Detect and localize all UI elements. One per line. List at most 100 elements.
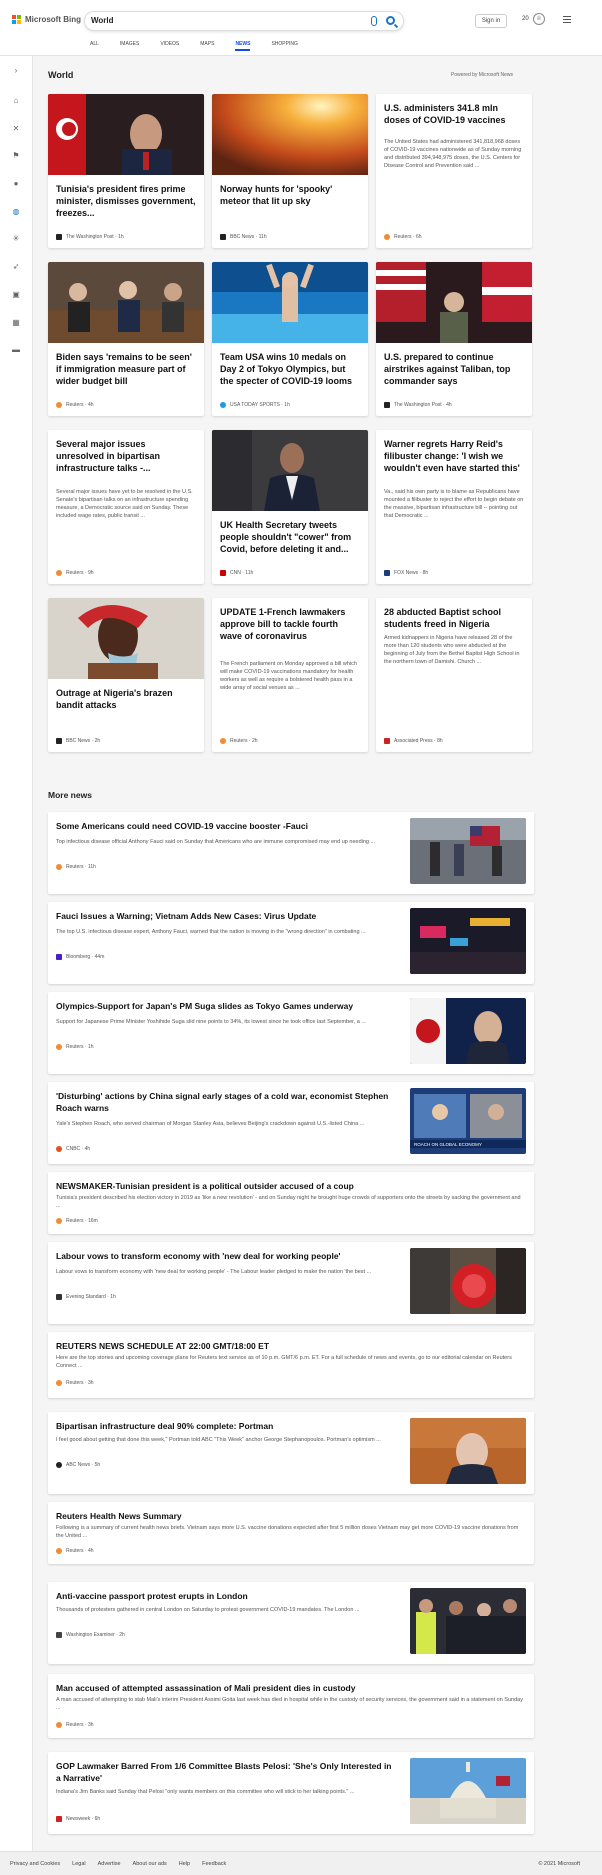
news-card[interactable]: Biden says 'remains to be seen' if immig… (48, 262, 204, 416)
pin-icon[interactable]: ● (11, 179, 21, 189)
news-row[interactable]: Reuters Health News Summary Following is… (48, 1502, 534, 1564)
scope-tabs: ALL IMAGES VIDEOS MAPS NEWS SHOPPING (90, 41, 319, 51)
row-snippet: I feel good about getting that done this… (56, 1437, 381, 1443)
row-snippet: Here are the top stories and upcoming co… (56, 1355, 512, 1369)
chevron-right-icon[interactable]: › (11, 66, 21, 76)
bing-logo[interactable]: Microsoft Bing (12, 15, 81, 24)
rewards-count[interactable]: 20 (522, 16, 529, 22)
row-source: ABC News · 5h (56, 1462, 100, 1468)
news-row[interactable]: NEWSMAKER-Tunisian president is a politi… (48, 1172, 534, 1234)
card-title[interactable]: Tunisia's president fires prime minister… (56, 183, 196, 219)
footer-link-about-ads[interactable]: About our ads (133, 1861, 167, 1867)
film-icon[interactable]: ▣ (11, 290, 21, 300)
news-row[interactable]: Some Americans could need COVID-19 vacci… (48, 812, 534, 894)
news-row[interactable]: Anti-vaccine passport protest erupts in … (48, 1582, 534, 1664)
news-card[interactable]: Tunisia's president fires prime minister… (48, 94, 204, 248)
card-source: Associated Press · 8h (384, 738, 443, 744)
powered-by[interactable]: Powered by Microsoft News (451, 72, 513, 78)
footer-link-advertise[interactable]: Advertise (98, 1861, 121, 1867)
row-title[interactable]: 'Disturbing' actions by China signal ear… (56, 1090, 396, 1114)
footer-link-privacy[interactable]: Privacy and Cookies (10, 1861, 60, 1867)
row-title[interactable]: Fauci Issues a Warning; Vietnam Adds New… (56, 910, 396, 922)
news-card[interactable]: 28 abducted Baptist school students free… (376, 598, 532, 752)
news-image (212, 94, 368, 175)
card-title[interactable]: 28 abducted Baptist school students free… (384, 606, 524, 630)
news-image (48, 598, 204, 679)
mic-icon[interactable] (371, 16, 377, 26)
row-title[interactable]: Reuters Health News Summary (56, 1510, 526, 1522)
news-card[interactable]: UK Health Secretary tweets people should… (212, 430, 368, 584)
row-title[interactable]: REUTERS NEWS SCHEDULE AT 22:00 GMT/18:00… (56, 1340, 526, 1352)
news-row[interactable]: GOP Lawmaker Barred From 1/6 Committee B… (48, 1752, 534, 1834)
card-title[interactable]: Outrage at Nigeria's brazen bandit attac… (56, 687, 196, 711)
money-icon[interactable]: ▬ (11, 345, 21, 355)
tab-all[interactable]: ALL (90, 41, 99, 47)
news-card[interactable]: UPDATE 1-French lawmakers approve bill t… (212, 598, 368, 752)
row-title[interactable]: Anti-vaccine passport protest erupts in … (56, 1590, 396, 1602)
row-snippet: A man accused of attempting to stab Mali… (56, 1697, 523, 1711)
menu-icon[interactable] (563, 16, 571, 25)
sparkle-icon[interactable]: ✳ (11, 234, 21, 244)
news-row[interactable]: 'Disturbing' actions by China signal ear… (48, 1082, 534, 1164)
news-card[interactable]: Several major issues unresolved in bipar… (48, 430, 204, 584)
tab-news[interactable]: NEWS (235, 41, 251, 51)
card-title[interactable]: Team USA wins 10 medals on Day 2 of Toky… (220, 351, 360, 387)
row-title[interactable]: GOP Lawmaker Barred From 1/6 Committee B… (56, 1760, 396, 1784)
card-source: The Washington Post · 1h (56, 234, 124, 240)
tab-maps[interactable]: MAPS (200, 41, 214, 47)
news-row[interactable]: Bipartisan infrastructure deal 90% compl… (48, 1412, 534, 1494)
footer-link-legal[interactable]: Legal (72, 1861, 85, 1867)
news-row[interactable]: Fauci Issues a Warning; Vietnam Adds New… (48, 902, 534, 984)
row-title[interactable]: NEWSMAKER-Tunisian president is a politi… (56, 1180, 526, 1192)
sign-in-button[interactable]: Sign in (475, 14, 507, 28)
card-title[interactable]: Warner regrets Harry Reid's filibuster c… (384, 438, 524, 474)
card-title[interactable]: U.S. prepared to continue airstrikes aga… (384, 351, 524, 387)
row-title[interactable]: Bipartisan infrastructure deal 90% compl… (56, 1420, 396, 1432)
news-image (212, 262, 368, 343)
card-title[interactable]: Norway hunts for 'spooky' meteor that li… (220, 183, 360, 207)
footer-link-feedback[interactable]: Feedback (202, 1861, 226, 1867)
section-title: World (48, 70, 74, 80)
card-source: Reuters · 4h (56, 402, 94, 408)
search-input[interactable]: World (91, 16, 114, 25)
search-icon[interactable] (386, 16, 395, 25)
card-title[interactable]: Biden says 'remains to be seen' if immig… (56, 351, 196, 387)
building-icon[interactable]: ▦ (11, 318, 21, 328)
news-card[interactable]: Outrage at Nigeria's brazen bandit attac… (48, 598, 204, 752)
globe-icon[interactable]: ◍ (11, 207, 21, 217)
news-image (48, 94, 204, 175)
row-source: Reuters · 3h (56, 1722, 94, 1728)
card-title[interactable]: UK Health Secretary tweets people should… (220, 519, 360, 555)
row-title[interactable]: Man accused of attempted assassination o… (56, 1682, 526, 1694)
news-image (212, 430, 368, 511)
news-card[interactable]: U.S. administers 341.8 mln doses of COVI… (376, 94, 532, 248)
tab-images[interactable]: IMAGES (120, 41, 139, 47)
row-source: CNBC · 4h (56, 1146, 90, 1152)
row-title[interactable]: Some Americans could need COVID-19 vacci… (56, 820, 396, 832)
card-title[interactable]: Several major issues unresolved in bipar… (56, 438, 196, 474)
trophy-icon[interactable]: ♕ (533, 13, 545, 25)
news-row[interactable]: Olympics-Support for Japan's PM Suga sli… (48, 992, 534, 1074)
footer-link-help[interactable]: Help (179, 1861, 190, 1867)
card-title[interactable]: UPDATE 1-French lawmakers approve bill t… (220, 606, 360, 642)
news-card[interactable]: Team USA wins 10 medals on Day 2 of Toky… (212, 262, 368, 416)
home-icon[interactable]: ⌂ (11, 96, 21, 106)
news-row[interactable]: REUTERS NEWS SCHEDULE AT 22:00 GMT/18:00… (48, 1332, 534, 1398)
news-card[interactable]: Warner regrets Harry Reid's filibuster c… (376, 430, 532, 584)
rocket-icon[interactable]: ➶ (11, 262, 21, 272)
flag-icon[interactable]: ⚑ (11, 151, 21, 161)
news-card[interactable]: U.S. prepared to continue airstrikes aga… (376, 262, 532, 416)
news-card[interactable]: Norway hunts for 'spooky' meteor that li… (212, 94, 368, 248)
card-title[interactable]: U.S. administers 341.8 mln doses of COVI… (384, 102, 524, 126)
row-title[interactable]: Labour vows to transform economy with 'n… (56, 1250, 396, 1262)
row-thumbnail (410, 908, 526, 974)
tab-videos[interactable]: VIDEOS (160, 41, 179, 47)
sports-icon[interactable]: ✕ (11, 124, 21, 134)
row-source: Reuters · 16m (56, 1218, 98, 1224)
tab-shopping[interactable]: SHOPPING (271, 41, 297, 47)
row-thumbnail (410, 1758, 526, 1824)
news-row[interactable]: Labour vows to transform economy with 'n… (48, 1242, 534, 1324)
row-title[interactable]: Olympics-Support for Japan's PM Suga sli… (56, 1000, 396, 1012)
search-box[interactable]: World (84, 11, 404, 31)
news-row[interactable]: Man accused of attempted assassination o… (48, 1674, 534, 1738)
